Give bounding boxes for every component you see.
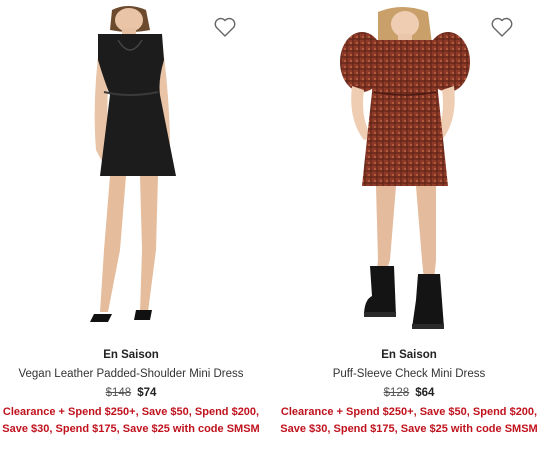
product-info: En Saison Puff-Sleeve Check Mini Dress $… (278, 348, 540, 438)
promo-text: Clearance + Spend $250+, Save $50, Spend… (2, 406, 260, 435)
product-title-link[interactable]: Vegan Leather Padded-Shoulder Mini Dress (0, 367, 262, 381)
product-image[interactable] (278, 0, 540, 338)
model-photo-black-leather-dress (90, 6, 176, 322)
wishlist-heart-icon[interactable] (213, 16, 237, 38)
sale-price: $64 (415, 387, 435, 399)
wishlist-heart-icon[interactable] (490, 16, 514, 38)
model-photo-check-dress (340, 7, 470, 329)
product-prices: $128 $64 (278, 386, 540, 400)
product-card[interactable]: En Saison Puff-Sleeve Check Mini Dress $… (278, 0, 540, 457)
product-brand: En Saison (381, 349, 437, 361)
product-title-link[interactable]: Puff-Sleeve Check Mini Dress (278, 367, 540, 381)
product-image[interactable] (0, 0, 262, 338)
original-price: $148 (105, 387, 132, 399)
promo-text: Clearance + Spend $250+, Save $50, Spend… (280, 406, 538, 435)
sale-price: $74 (137, 387, 157, 399)
product-prices: $148 $74 (0, 386, 262, 400)
product-info: En Saison Vegan Leather Padded-Shoulder … (0, 348, 262, 438)
original-price: $128 (383, 387, 410, 399)
product-brand: En Saison (103, 349, 159, 361)
product-card[interactable]: En Saison Vegan Leather Padded-Shoulder … (0, 0, 262, 457)
product-grid: En Saison Vegan Leather Padded-Shoulder … (0, 0, 544, 457)
